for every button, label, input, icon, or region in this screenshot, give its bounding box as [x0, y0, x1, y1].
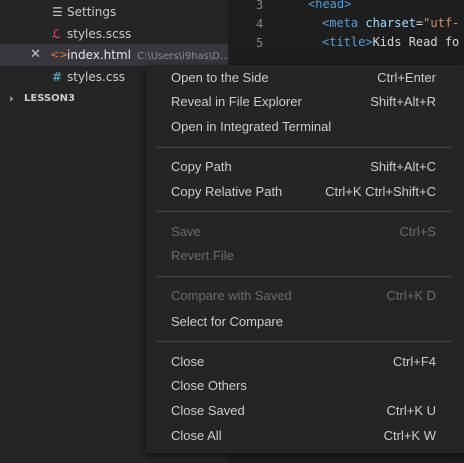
menu-separator	[156, 341, 452, 342]
menu-item-shortcut: Ctrl+Enter	[377, 70, 436, 85]
code-token-text: Kids Read fo	[372, 35, 460, 49]
menu-item-label: Open in Integrated Terminal	[171, 119, 332, 134]
menu-item-save: Save Ctrl+S	[146, 220, 464, 244]
menu-item-reveal-in-explorer[interactable]: Reveal in File Explorer Shift+Alt+R	[146, 90, 464, 114]
tree-item-label: styles.css	[67, 70, 125, 84]
context-menu: Open to the Side Ctrl+Enter Reveal in Fi…	[146, 65, 464, 453]
menu-separator	[156, 276, 452, 277]
css-hash-icon: #	[52, 70, 63, 84]
menu-item-label: Open to the Side	[171, 70, 269, 85]
list-icon: ☰	[52, 5, 63, 19]
code-line-meta: <meta charset="utf-	[322, 16, 459, 30]
line-number: 3	[256, 0, 264, 12]
code-token-tag: <meta	[322, 16, 359, 30]
menu-item-copy-relative-path[interactable]: Copy Relative Path Ctrl+K Ctrl+Shift+C	[146, 180, 464, 204]
code-line-title: <title>Kids Read fo	[322, 35, 459, 49]
menu-item-label: Select for Compare	[171, 314, 283, 329]
menu-separator	[156, 211, 452, 212]
menu-item-close[interactable]: Close Ctrl+F4	[146, 350, 464, 374]
code-token-attr: charset	[358, 16, 416, 30]
tree-item-styles-scss[interactable]: ℒ styles.scss	[0, 23, 228, 45]
tree-item-path: C:\Users\i9has\D...	[136, 51, 230, 62]
menu-item-revert-file: Revert File	[146, 244, 464, 268]
code-token-string: "utf-	[423, 16, 460, 30]
html-icon: <>	[50, 48, 69, 61]
line-number: 4	[256, 17, 264, 31]
menu-item-shortcut: Ctrl+K Ctrl+Shift+C	[325, 184, 436, 199]
menu-item-select-for-compare[interactable]: Select for Compare	[146, 310, 464, 334]
tree-item-index-html[interactable]: ✕ <> index.html C:\Users\i9has\D...	[0, 44, 230, 66]
tree-item-label: index.html	[67, 48, 131, 62]
menu-item-open-in-terminal[interactable]: Open in Integrated Terminal	[146, 115, 464, 139]
menu-item-label: Copy Relative Path	[171, 184, 283, 199]
menu-item-compare-with-saved: Compare with Saved Ctrl+K D	[146, 284, 464, 308]
menu-separator	[156, 147, 452, 148]
menu-item-shortcut: Ctrl+S	[399, 224, 436, 239]
tree-item-settings[interactable]: ☰ Settings	[0, 1, 228, 23]
menu-item-label: Compare with Saved	[171, 288, 292, 303]
menu-item-label: Reveal in File Explorer	[171, 94, 302, 109]
sass-icon: ℒ	[52, 27, 61, 41]
menu-item-close-all[interactable]: Close All Ctrl+K W	[146, 424, 464, 448]
menu-item-open-to-side[interactable]: Open to the Side Ctrl+Enter	[146, 66, 464, 90]
menu-item-shortcut: Ctrl+F4	[393, 354, 436, 369]
code-token-tag: <head>	[308, 0, 352, 11]
line-number: 5	[256, 36, 264, 50]
menu-item-close-others[interactable]: Close Others	[146, 374, 464, 398]
menu-item-label: Close All	[171, 428, 222, 443]
tree-item-label: styles.scss	[67, 27, 132, 41]
menu-item-close-saved[interactable]: Close Saved Ctrl+K U	[146, 399, 464, 423]
menu-item-shortcut: Shift+Alt+C	[370, 159, 436, 174]
menu-item-label: Copy Path	[171, 159, 232, 174]
code-token-tag: <title>	[322, 35, 373, 49]
tree-item-label: Settings	[67, 5, 117, 19]
close-icon[interactable]: ✕	[30, 44, 41, 66]
menu-item-label: Save	[171, 224, 201, 239]
menu-item-label: Close Others	[171, 378, 247, 393]
menu-item-shortcut: Ctrl+K U	[386, 403, 436, 418]
menu-item-shortcut: Shift+Alt+R	[370, 94, 436, 109]
menu-item-shortcut: Ctrl+K W	[383, 428, 436, 443]
menu-item-label: Close	[171, 354, 205, 369]
chevron-right-icon: ›	[9, 92, 14, 105]
menu-item-copy-path[interactable]: Copy Path Shift+Alt+C	[146, 155, 464, 179]
section-title: LESSON3	[24, 93, 75, 104]
menu-item-shortcut: Ctrl+K D	[386, 288, 436, 303]
menu-item-label: Close Saved	[171, 403, 245, 418]
menu-item-label: Revert File	[171, 248, 234, 263]
